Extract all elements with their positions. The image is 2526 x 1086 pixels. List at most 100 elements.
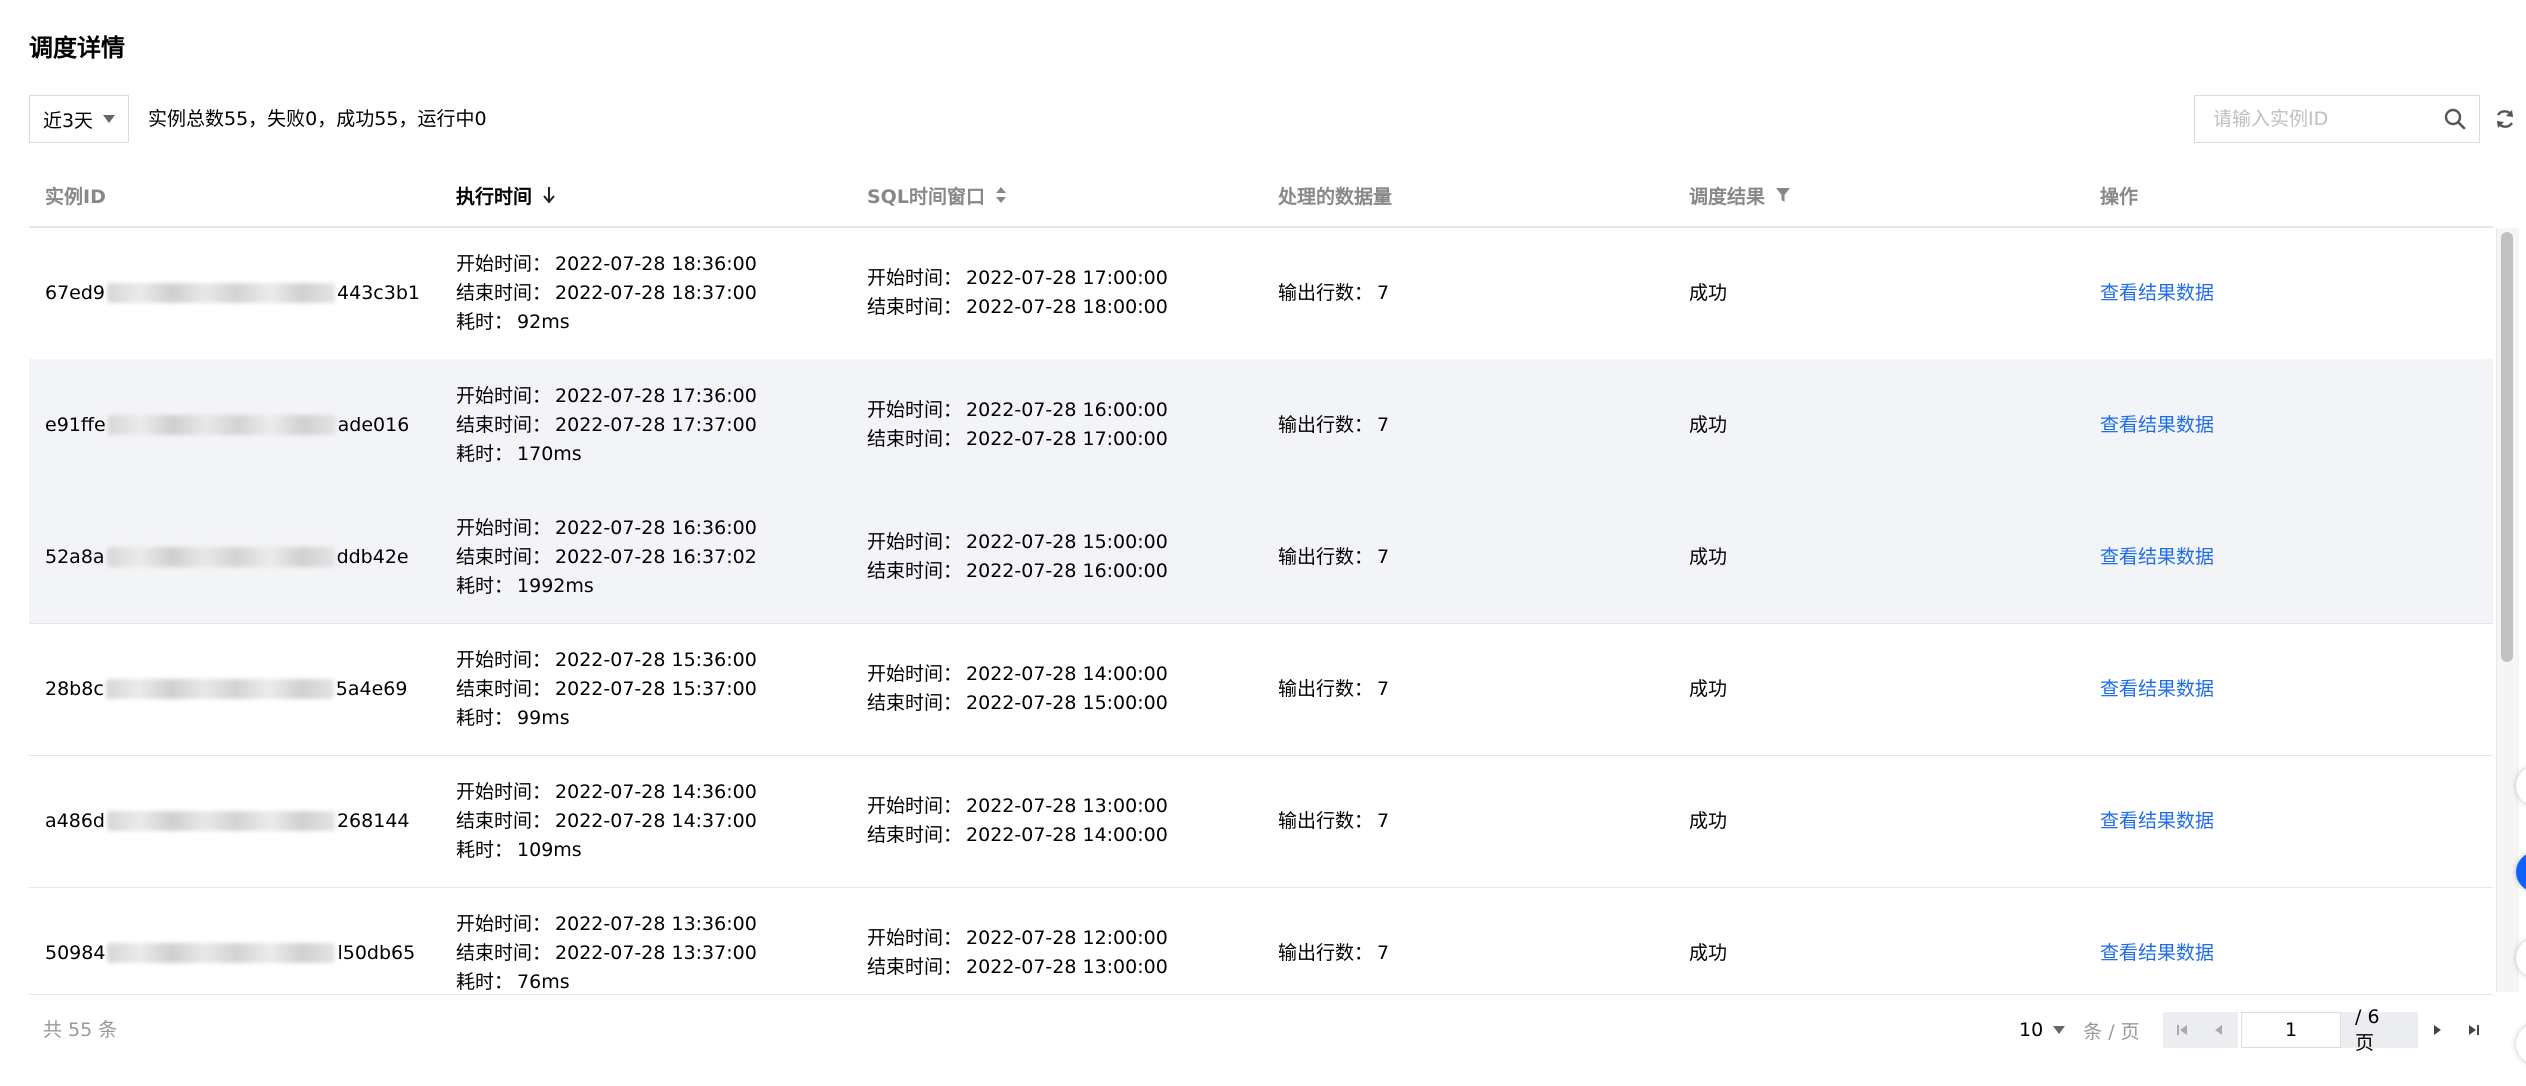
exec-end-value: 2022-07-28 18:37:00 [555, 281, 757, 304]
start-label: 开始时间： [867, 927, 963, 949]
table-row[interactable]: 67ed9 443c3b1 开始时间： 2022-07-28 18:36:00 结束时间… [29, 227, 2493, 360]
redacted-id-blur [106, 547, 335, 567]
window-start-line: 开始时间： 2022-07-28 16:00:00 [867, 396, 1168, 425]
exec-start-value: 2022-07-28 17:36:00 [555, 384, 757, 407]
status-text: 成功 [1689, 413, 1728, 436]
prev-page-button[interactable] [2200, 1012, 2239, 1048]
column-header-label: SQL时间窗口 [867, 185, 985, 208]
instance-id-prefix: a486d [45, 809, 105, 832]
exec-time-cell: 开始时间： 2022-07-28 13:36:00 结束时间： 2022-07-28 … [456, 887, 757, 993]
filter-icon[interactable] [1775, 187, 1791, 203]
window-end-line: 结束时间： 2022-07-28 13:00:00 [867, 953, 1168, 982]
total-count: 共 55 条 [43, 1019, 118, 1041]
cost-value: 1992ms [517, 574, 594, 597]
exec-end-value: 2022-07-28 13:37:00 [555, 941, 757, 964]
column-header-schedule-result[interactable]: 调度结果 [1689, 164, 1791, 226]
data-volume-cell: 输出行数： 7 [1278, 623, 1389, 755]
sort-icon[interactable] [995, 186, 1007, 204]
table-row[interactable]: 50984 l50db65 开始时间： 2022-07-28 13:36:00 结束时间… [29, 887, 2493, 993]
action-cell: 查看结果数据 [2100, 623, 2214, 755]
action-cell: 查看结果数据 [2100, 227, 2214, 359]
instance-id-cell: 28b8c 5a4e69 [45, 623, 407, 755]
refresh-icon[interactable] [2490, 104, 2520, 134]
data-volume-cell: 输出行数： 7 [1278, 227, 1389, 359]
end-label: 结束时间： [456, 941, 552, 964]
start-label: 开始时间： [456, 780, 552, 803]
window-start-line: 开始时间： 2022-07-28 14:00:00 [867, 660, 1168, 689]
window-start-value: 2022-07-28 17:00:00 [966, 267, 1168, 289]
search-input[interactable] [2195, 96, 2431, 142]
end-label: 结束时间： [867, 824, 963, 846]
exec-end-value: 2022-07-28 14:37:00 [555, 809, 757, 832]
instance-id-suffix: l50db65 [337, 941, 416, 964]
sql-window-cell: 开始时间： 2022-07-28 13:00:00 结束时间： 2022-07-28 … [867, 755, 1168, 887]
cost-value: 76ms [517, 970, 570, 993]
column-header-sql-window[interactable]: SQL时间窗口 [867, 164, 1007, 226]
view-result-link[interactable]: 查看结果数据 [2100, 411, 2214, 440]
view-result-link[interactable]: 查看结果数据 [2100, 279, 2214, 308]
end-label: 结束时间： [456, 809, 552, 832]
sql-window-cell: 开始时间： 2022-07-28 17:00:00 结束时间： 2022-07-28 … [867, 227, 1168, 359]
instance-id-prefix: 28b8c [45, 677, 104, 700]
start-label: 开始时间： [867, 399, 963, 421]
window-end-line: 结束时间： 2022-07-28 16:00:00 [867, 557, 1168, 586]
redacted-id-blur [107, 415, 336, 435]
window-end-value: 2022-07-28 16:00:00 [966, 560, 1168, 582]
schedule-result-cell: 成功 [1689, 755, 1727, 887]
view-result-link[interactable]: 查看结果数据 [2100, 675, 2214, 704]
first-page-icon [2176, 1025, 2187, 1035]
page-number-input[interactable] [2241, 1012, 2342, 1048]
page-size-select[interactable]: 10 条 / 页 [2019, 1006, 2140, 1054]
start-label: 开始时间： [867, 663, 963, 685]
next-page-button[interactable] [2418, 1012, 2456, 1048]
arrow-down-icon[interactable] [542, 186, 556, 204]
table-row[interactable]: a486d 268144 开始时间： 2022-07-28 14:36:00 结束时间：… [29, 755, 2493, 888]
column-header-exec-time[interactable]: 执行时间 [456, 164, 556, 226]
first-page-button[interactable] [2163, 1012, 2201, 1048]
time-range-select[interactable]: 近3天 [29, 95, 129, 143]
start-label: 开始时间： [867, 531, 963, 553]
schedule-result-cell: 成功 [1689, 359, 1727, 491]
rows-label: 输出行数： [1278, 413, 1374, 436]
instance-id-prefix: 52a8a [45, 545, 105, 568]
rows-label: 输出行数： [1278, 281, 1374, 304]
window-start-line: 开始时间： 2022-07-28 13:00:00 [867, 792, 1168, 821]
floating-side-button[interactable] [2516, 1024, 2526, 1064]
instance-summary: 实例总数55，失败0，成功55，运行中0 [148, 108, 487, 130]
data-volume-cell: 输出行数： 7 [1278, 887, 1389, 992]
exec-end-line: 结束时间： 2022-07-28 13:37:00 [456, 939, 757, 968]
redacted-id-blur [106, 811, 335, 831]
window-start-line: 开始时间： 2022-07-28 12:00:00 [867, 924, 1168, 953]
view-result-link[interactable]: 查看结果数据 [2100, 939, 2214, 968]
exec-end-line: 结束时间： 2022-07-28 16:37:02 [456, 543, 757, 572]
end-label: 结束时间： [867, 428, 963, 450]
status-text: 成功 [1689, 281, 1728, 304]
window-end-value: 2022-07-28 17:00:00 [966, 428, 1168, 450]
table-row[interactable]: 28b8c 5a4e69 开始时间： 2022-07-28 15:36:00 结束时间：… [29, 623, 2493, 756]
search-icon[interactable] [2431, 96, 2479, 142]
cost-value: 92ms [517, 310, 570, 333]
window-end-line: 结束时间： 2022-07-28 17:00:00 [867, 425, 1168, 454]
scrollbar-thumb[interactable] [2501, 232, 2513, 662]
end-label: 结束时间： [867, 692, 963, 714]
last-page-button[interactable] [2455, 1012, 2493, 1048]
table-row[interactable]: 52a8a ddb42e 开始时间： 2022-07-28 16:36:00 结束时间：… [29, 491, 2493, 624]
table-row[interactable]: e91ffe ade016 开始时间： 2022-07-28 17:36:00 结束时间… [29, 359, 2493, 492]
start-label: 开始时间： [456, 516, 552, 539]
view-result-link[interactable]: 查看结果数据 [2100, 543, 2214, 572]
rows-value: 7 [1377, 281, 1390, 304]
view-result-link[interactable]: 查看结果数据 [2100, 807, 2214, 836]
exec-end-line: 结束时间： 2022-07-28 15:37:00 [456, 675, 757, 704]
data-volume-cell: 输出行数： 7 [1278, 491, 1389, 623]
column-header-instance-id: 实例ID [45, 164, 106, 226]
vertical-scrollbar[interactable] [2496, 228, 2519, 992]
sql-window-cell: 开始时间： 2022-07-28 15:00:00 结束时间： 2022-07-28 … [867, 491, 1168, 623]
exec-time-cell: 开始时间： 2022-07-28 18:36:00 结束时间： 2022-07-28 … [456, 227, 757, 359]
column-header-label: 实例ID [45, 185, 106, 208]
exec-start-line: 开始时间： 2022-07-28 17:36:00 [456, 382, 757, 411]
page-total: / 6 页 [2341, 1006, 2418, 1054]
exec-start-line: 开始时间： 2022-07-28 18:36:00 [456, 250, 757, 279]
cost-label: 耗时： [456, 838, 514, 861]
cost-label: 耗时： [456, 970, 514, 993]
start-label: 开始时间： [456, 648, 552, 671]
